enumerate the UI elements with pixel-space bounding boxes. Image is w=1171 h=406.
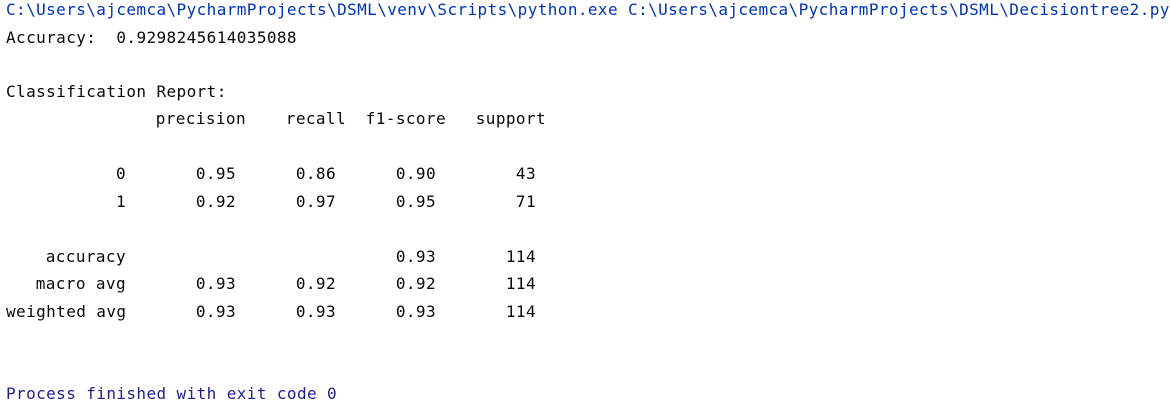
cell-recall: 0.97 [295,192,336,211]
cell-precision: 0.92 [195,192,236,211]
cell-f1: 0.93 [395,247,436,266]
cell-f1: 0.92 [395,274,436,293]
row-label: 1 [115,192,126,211]
run-console-output: C:\Users\ajcemca\PycharmProjects\DSML\ve… [6,0,1171,406]
row-label: macro avg [35,274,126,293]
header-precision: precision [155,109,246,128]
cell-precision: 0.93 [195,302,236,321]
header-f1-score: f1-score [365,109,446,128]
header-support: support [475,109,546,128]
cell-precision: 0.95 [195,164,236,183]
row-label: weighted avg [6,302,127,321]
accuracy-label: Accuracy: [6,28,97,47]
cell-recall: 0.86 [295,164,336,183]
cell-support: 114 [505,247,536,266]
cell-f1: 0.95 [395,192,436,211]
cell-f1: 0.93 [395,302,436,321]
row-label: 0 [115,164,126,183]
accuracy-value: 0.9298245614035088 [116,28,297,47]
accuracy-line: Accuracy: 0.9298245614035088 [6,28,297,48]
cell-recall: 0.92 [295,274,336,293]
report-title: Classification Report: [6,82,227,101]
cell-support: 71 [515,192,536,211]
cell-precision: 0.93 [195,274,236,293]
cell-support: 43 [515,164,536,183]
cell-recall [236,247,336,267]
cell-recall: 0.93 [295,302,336,321]
command-line: C:\Users\ajcemca\PycharmProjects\DSML\ve… [6,0,1170,19]
row-label: accuracy [45,247,126,266]
header-recall: recall [285,109,346,128]
exit-message: Process finished with exit code 0 [6,384,338,403]
cell-f1: 0.90 [395,164,436,183]
cell-precision [136,247,236,267]
cell-support: 114 [505,302,536,321]
cell-support: 114 [505,274,536,293]
